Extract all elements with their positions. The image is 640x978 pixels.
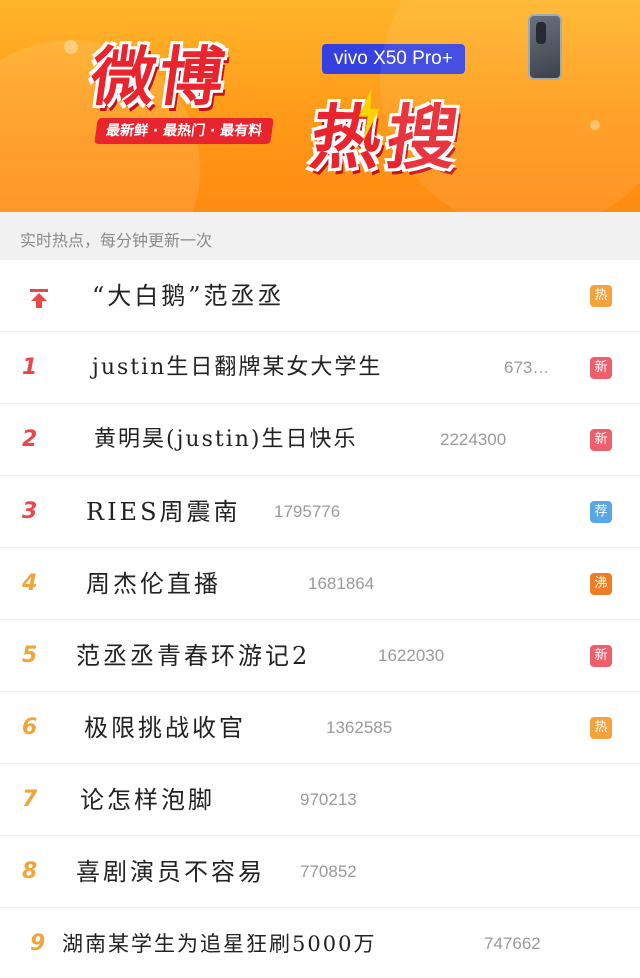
hot-search-title: “大白鹅”范丞丞 [92,282,285,310]
search-count: 1622030 [378,646,445,665]
rank-number: 2 [22,427,38,452]
sponsor-brand-label: vivo X50 Pro+ [322,44,465,74]
realtime-subheader: 实时热点，每分钟更新一次 [0,212,640,260]
hot-search-list: “大白鹅”范丞丞 热 1 justin生日翻牌某女大学生 673… 新 2 黄明… [0,260,640,978]
rank-number: 4 [22,571,38,596]
boil-badge: 沸 [590,573,612,595]
list-item[interactable]: 8 喜剧演员不容易 770852 [0,836,640,908]
rank-number: 6 [22,715,38,740]
list-item[interactable]: 6 极限挑战收官 1362585 热 [0,692,640,764]
rank-number: 8 [22,859,38,884]
hot-search-title: 周杰伦直播 [86,570,221,598]
search-count: 1362585 [326,718,393,737]
search-count: 1795776 [274,502,341,521]
list-item[interactable]: 4 周杰伦直播 1681864 沸 [0,548,640,620]
pin-top-icon [30,289,48,308]
hot-search-title: 论怎样泡脚 [80,786,215,814]
banner-title-weibo: 微博 [85,41,233,115]
hot-search-title: 湖南某学生为追星狂刷5000万 [62,932,377,956]
new-badge: 新 [590,429,612,451]
rank-number: 7 [22,787,38,812]
list-item[interactable]: 7 论怎样泡脚 970213 [0,764,640,836]
rank-number: 5 [22,643,38,668]
list-item[interactable]: 2 黄明昊(justin)生日快乐 2224300 新 [0,404,640,476]
rank-number: 1 [22,355,38,380]
banner-decoration [590,120,600,130]
search-count: 2224300 [440,430,507,449]
banner-tagline: 最新鲜 · 最热门 · 最有料 [94,118,274,144]
search-count: 1681864 [308,574,375,593]
hot-search-banner: 微博 热搜 最新鲜 · 最热门 · 最有料 vivo X50 Pro+ [0,0,640,212]
hot-search-title: 范丞丞青春环游记2 [76,642,311,670]
hot-search-title: justin生日翻牌某女大学生 [92,355,383,380]
new-badge: 新 [590,357,612,379]
list-item[interactable]: 3 RIES周震南 1795776 荐 [0,476,640,548]
hot-search-title: 喜剧演员不容易 [76,858,265,886]
hot-search-title: RIES周震南 [86,498,241,526]
hot-search-title: 黄明昊(justin)生日快乐 [94,427,358,452]
list-item[interactable]: 5 范丞丞青春环游记2 1622030 新 [0,620,640,692]
list-item[interactable]: “大白鹅”范丞丞 热 [0,260,640,332]
phone-image [528,14,562,80]
search-count: 747662 [484,934,541,953]
banner-decoration [64,40,78,54]
new-badge: 新 [590,645,612,667]
hot-badge: 热 [590,717,612,739]
search-count: 970213 [300,790,357,809]
banner-title-hot-search: 热搜 [305,97,469,179]
rank-number: 3 [22,499,38,524]
search-count: 673… [504,358,550,377]
search-count: 770852 [300,862,357,881]
hot-badge: 热 [590,285,612,307]
hot-search-title: 极限挑战收官 [84,714,246,742]
recommend-badge: 荐 [590,501,612,523]
list-item[interactable]: 9 湖南某学生为追星狂刷5000万 747662 [0,908,640,978]
list-item[interactable]: 1 justin生日翻牌某女大学生 673… 新 [0,332,640,404]
